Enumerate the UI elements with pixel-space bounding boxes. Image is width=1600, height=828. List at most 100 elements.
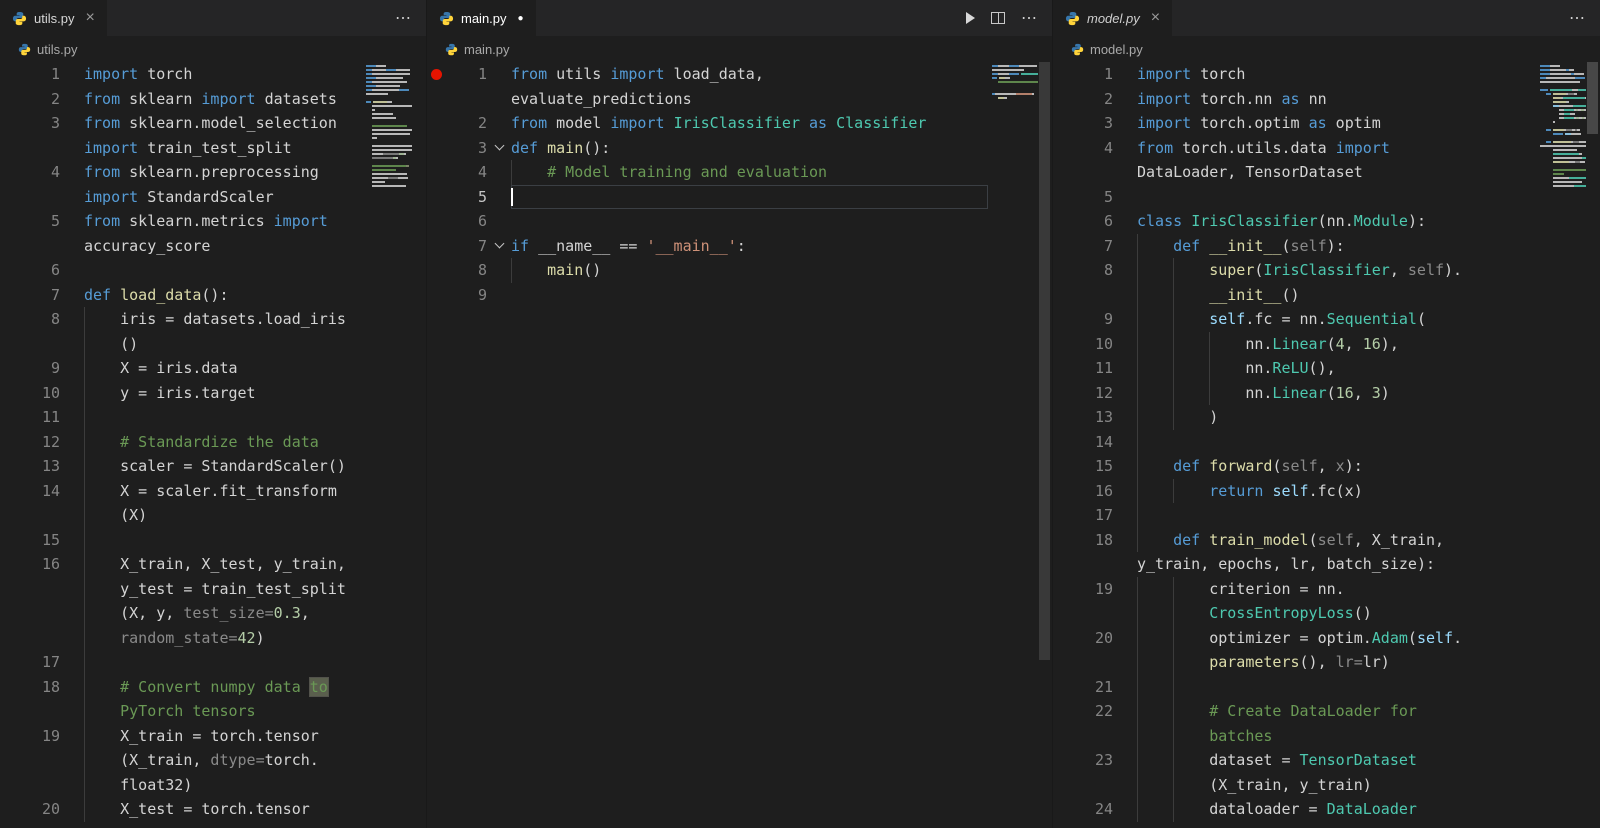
code-line[interactable]: 1 import torch — [1053, 62, 1536, 87]
code-text[interactable] — [84, 258, 362, 283]
line-number[interactable]: 5 — [20, 209, 60, 234]
code-text[interactable]: # Create DataLoader for — [1137, 699, 1536, 724]
code-text[interactable]: (X_train, y_train) — [1137, 773, 1536, 798]
line-number[interactable]: 2 — [1073, 87, 1113, 112]
code-text[interactable]: X = iris.data — [84, 356, 362, 381]
code-line[interactable]: (X) — [0, 503, 362, 528]
line-number[interactable]: 20 — [1073, 626, 1113, 651]
line-number[interactable]: 2 — [20, 87, 60, 112]
code-text[interactable]: random_state=42) — [84, 626, 362, 651]
code-line[interactable]: CrossEntropyLoss() — [1053, 601, 1536, 626]
line-number[interactable]: 16 — [20, 552, 60, 577]
code-line[interactable]: 5 — [427, 185, 988, 210]
line-number[interactable]: 24 — [1073, 797, 1113, 822]
code-line[interactable]: 10 nn.Linear(4, 16), — [1053, 332, 1536, 357]
code-line[interactable]: 7 def __init__(self): — [1053, 234, 1536, 259]
code-text[interactable]: float32) — [84, 773, 362, 798]
line-number[interactable]: 4 — [1073, 136, 1113, 161]
line-number[interactable]: 9 — [20, 356, 60, 381]
more-actions-icon[interactable]: ⋯ — [1569, 8, 1586, 28]
minimap[interactable] — [366, 64, 412, 188]
code-line[interactable]: 19 X_train = torch.tensor — [0, 724, 362, 749]
line-number[interactable]: 17 — [20, 650, 60, 675]
code-line[interactable]: 4 from sklearn.preprocessing — [0, 160, 362, 185]
code-text[interactable]: CrossEntropyLoss() — [1137, 601, 1536, 626]
code-line[interactable]: 16 X_train, X_test, y_train, — [0, 552, 362, 577]
code-text[interactable]: criterion = nn. — [1137, 577, 1536, 602]
line-number[interactable] — [20, 626, 60, 651]
line-number[interactable] — [1073, 773, 1113, 798]
code-text[interactable] — [1137, 430, 1536, 455]
breadcrumb[interactable]: utils.py — [0, 36, 426, 62]
code-line[interactable]: import StandardScaler — [0, 185, 362, 210]
code-line[interactable]: 2 from sklearn import datasets — [0, 87, 362, 112]
code-line[interactable]: (X, y, test_size=0.3, — [0, 601, 362, 626]
code-line[interactable]: 9 X = iris.data — [0, 356, 362, 381]
code-line[interactable]: 13 scaler = StandardScaler() — [0, 454, 362, 479]
code-text[interactable] — [511, 283, 988, 308]
code-line[interactable]: 21 — [1053, 675, 1536, 700]
code-line[interactable]: 9 — [427, 283, 988, 308]
line-number[interactable]: 10 — [1073, 332, 1113, 357]
line-number[interactable]: 6 — [20, 258, 60, 283]
code-text[interactable]: main() — [511, 258, 988, 283]
code-text[interactable] — [1137, 503, 1536, 528]
code-line[interactable]: 22 # Create DataLoader for — [1053, 699, 1536, 724]
code-line[interactable]: evaluate_predictions — [427, 87, 988, 112]
code-text[interactable]: parameters(), lr=lr) — [1137, 650, 1536, 675]
line-number[interactable]: 5 — [447, 185, 487, 210]
code-line[interactable]: 17 — [0, 650, 362, 675]
line-number[interactable]: 9 — [1073, 307, 1113, 332]
code-line[interactable]: 8 main() — [427, 258, 988, 283]
line-number[interactable]: 14 — [20, 479, 60, 504]
line-number[interactable] — [20, 503, 60, 528]
code-line[interactable]: import train_test_split — [0, 136, 362, 161]
code-text[interactable]: import StandardScaler — [84, 185, 362, 210]
code-line[interactable]: 13 ) — [1053, 405, 1536, 430]
line-number[interactable]: 11 — [1073, 356, 1113, 381]
code-line[interactable]: parameters(), lr=lr) — [1053, 650, 1536, 675]
code-text[interactable]: from model import IrisClassifier as Clas… — [511, 111, 988, 136]
code-line[interactable]: 24 dataloader = DataLoader — [1053, 797, 1536, 822]
code-line[interactable]: (X_train, dtype=torch. — [0, 748, 362, 773]
code-text[interactable]: iris = datasets.load_iris — [84, 307, 362, 332]
line-number[interactable]: 18 — [20, 675, 60, 700]
code-line[interactable]: 2 import torch.nn as nn — [1053, 87, 1536, 112]
code-text[interactable]: y_test = train_test_split — [84, 577, 362, 602]
line-number[interactable]: 3 — [447, 136, 487, 161]
code-text[interactable] — [84, 528, 362, 553]
code-text[interactable]: # Standardize the data — [84, 430, 362, 455]
code-line[interactable]: 14 X = scaler.fit_transform — [0, 479, 362, 504]
line-number[interactable]: 4 — [447, 160, 487, 185]
code-line[interactable]: accuracy_score — [0, 234, 362, 259]
code-text[interactable]: def __init__(self): — [1137, 234, 1536, 259]
line-number[interactable] — [1073, 552, 1113, 577]
code-line[interactable]: y_test = train_test_split — [0, 577, 362, 602]
code-line[interactable]: 3 import torch.optim as optim — [1053, 111, 1536, 136]
minimap[interactable] — [992, 64, 1038, 104]
line-number[interactable]: 15 — [1073, 454, 1113, 479]
code-text[interactable]: from torch.utils.data import — [1137, 136, 1536, 161]
code-text[interactable]: accuracy_score — [84, 234, 362, 259]
code-text[interactable]: import torch.nn as nn — [1137, 87, 1536, 112]
code-text[interactable] — [84, 650, 362, 675]
code-text[interactable]: def train_model(self, X_train, — [1137, 528, 1536, 553]
line-number[interactable] — [20, 185, 60, 210]
line-number[interactable]: 7 — [447, 234, 487, 259]
code-text[interactable]: import torch — [84, 62, 362, 87]
code-text[interactable]: evaluate_predictions — [511, 87, 988, 112]
line-number[interactable]: 1 — [447, 62, 487, 87]
code-text[interactable]: class IrisClassifier(nn.Module): — [1137, 209, 1536, 234]
tab-utils-py[interactable]: utils.py × — [0, 0, 108, 36]
scrollbar-thumb[interactable] — [1587, 62, 1598, 134]
code-line[interactable]: (X_train, y_train) — [1053, 773, 1536, 798]
line-number[interactable] — [20, 332, 60, 357]
code-line[interactable]: 12 # Standardize the data — [0, 430, 362, 455]
scrollbar-thumb[interactable] — [1039, 62, 1050, 660]
line-number[interactable]: 10 — [20, 381, 60, 406]
line-number[interactable] — [1073, 724, 1113, 749]
code-text[interactable]: def main(): — [511, 136, 988, 161]
code-text[interactable]: nn.Linear(16, 3) — [1137, 381, 1536, 406]
code-text[interactable]: dataloader = DataLoader — [1137, 797, 1536, 822]
line-number[interactable]: 16 — [1073, 479, 1113, 504]
